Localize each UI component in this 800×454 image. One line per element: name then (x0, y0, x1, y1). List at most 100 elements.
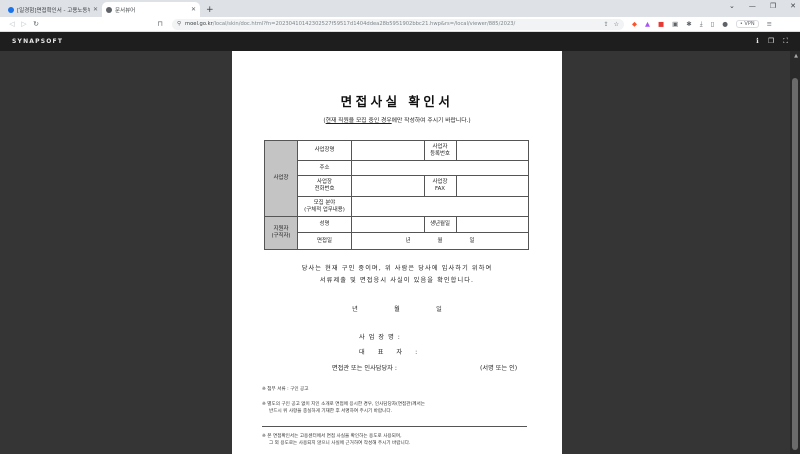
wallet-icon[interactable]: ▣ (672, 20, 678, 28)
minimize-icon[interactable]: — (749, 2, 756, 10)
close-window-icon[interactable]: ✕ (790, 2, 796, 10)
date-day-label: 일 (436, 306, 442, 313)
signature-company-label: 사업장명: (359, 334, 404, 341)
interview-date-value: 년월일 (351, 232, 529, 250)
note-underlined: 현재 직원을 모집 중인 경우 (325, 118, 392, 124)
viewer-toolbar: SYNAPSOFT ℹ ❐ ⛶ (0, 32, 800, 51)
biz-reg-no-label: 사업자 등록번호 (423, 140, 457, 161)
name-value (351, 216, 425, 233)
date-year-label: 년 (352, 306, 358, 313)
omnibox-actions: ⇪ ☆ (604, 21, 619, 28)
bookmark-icon[interactable]: ⊓ (154, 20, 166, 28)
fullscreen-icon[interactable]: ⛶ (783, 37, 788, 46)
extension-bar: ◆ ▲ ■ ▣ ✱ ⤓ ▯ ● • VPN ≡ (632, 20, 772, 29)
name-label: 성명 (297, 216, 352, 233)
date-month-label: 월 (394, 306, 400, 313)
tab-label: 문서뷰어 (115, 7, 136, 14)
info-icon[interactable]: ℹ (756, 37, 759, 46)
brave-shield-icon[interactable]: ◆ (632, 20, 637, 28)
footnote-divider (262, 426, 527, 427)
label-line: (구직자) (271, 233, 291, 239)
date-year-label: 년 (405, 237, 411, 244)
label-line: 전화번호 (314, 186, 335, 192)
browser-tab-bar: [일경험]면접확인서 - 고용노동부 ✕ 문서뷰어 ✕ + ⌄ — ❐ ✕ (0, 0, 800, 17)
date-month-label: 월 (437, 237, 443, 244)
footnote-attachment: ※ 첨부 서류 : 구인 공고 (262, 387, 309, 392)
moel-favicon-icon (8, 6, 14, 13)
label-line: (구체적 업무내용) (304, 206, 345, 213)
address-value (351, 160, 529, 176)
tab-document-viewer[interactable]: 문서뷰어 ✕ (102, 2, 200, 17)
job-field-value (351, 196, 529, 217)
label-line: 등록번호 (430, 150, 450, 157)
star-icon[interactable]: ☆ (614, 21, 619, 28)
site-info-icon[interactable]: ⚲ (177, 21, 181, 27)
label-line: FAX (435, 186, 445, 192)
birthdate-label: 생년월일 (423, 216, 457, 233)
puzzle-icon[interactable]: ✱ (686, 20, 691, 28)
menu-icon[interactable]: ≡ (767, 20, 772, 28)
confirmation-form-table: 사업장 사업장명 사업자 등록번호 주소 사업장 전화번호 사업장 FAX 모집 분야… (264, 140, 529, 250)
document-page: 면접사실 확인서 (현재 직원을 모집 중인 경우에만 작성하여 주시기 바랍니… (232, 51, 562, 454)
sidebar-icon[interactable]: ▯ (711, 20, 715, 28)
note-suffix: 에만 작성하여 주시기 바랍니다.) (391, 118, 471, 124)
signature-representative-label: 대표자: (359, 349, 431, 356)
profile-icon[interactable]: ● (722, 20, 728, 28)
youtube-icon[interactable]: ■ (658, 20, 664, 28)
label-line: 사업장 (317, 179, 332, 186)
company-name-value (351, 140, 425, 161)
scrollbar-thumb[interactable] (792, 78, 798, 450)
document-note: (현재 직원을 모집 중인 경우에만 작성하여 주시기 바랍니다.) (232, 115, 562, 124)
tab-job-notice[interactable]: [일경험]면접확인서 - 고용노동부 ✕ (4, 2, 102, 17)
tab-label: [일경험]면접확인서 - 고용노동부 (17, 7, 90, 14)
date-day-label: 일 (469, 237, 475, 244)
document-title: 면접사실 확인서 (340, 94, 454, 109)
globe-icon (106, 6, 112, 13)
url-host: moel.go.kr (185, 21, 213, 27)
company-name-label: 사업장명 (297, 140, 352, 161)
signature-stamp-label: (서명 또는 인) (480, 365, 518, 372)
close-icon[interactable]: ✕ (191, 6, 196, 13)
brand-logo: SYNAPSOFT (12, 38, 64, 45)
label-line: 사업장 (432, 179, 448, 186)
reload-icon[interactable]: ↻ (30, 20, 42, 28)
forward-icon[interactable]: ▷ (18, 20, 30, 28)
url-path: /local/skin/doc.html?fn=2023041014230252… (212, 21, 516, 27)
label-line: 지원자 (273, 226, 289, 233)
footnote-line: 반드시 위 사항을 충실하게 기재한 후 서명하여 주시기 바랍니다. (269, 408, 393, 414)
biz-reg-no-value (455, 140, 529, 161)
footnote-line: ※ 본 면접확인서는 고용센터에서 면접 사실을 확인하는 용도로 사용되며, (262, 434, 402, 439)
close-icon[interactable]: ✕ (93, 6, 98, 13)
rewards-triangle-icon[interactable]: ▲ (645, 20, 650, 28)
download-icon[interactable]: ⤓ (700, 20, 703, 29)
phone-value (351, 175, 425, 197)
interview-date-label: 면접일 (297, 232, 352, 250)
footnote-line: ※ 별도의 구인 공고 없이 지인 소개로 면접에 응시한 경우, 인사담당자(… (262, 402, 425, 407)
confirmation-statement: 당사는 현재 구인 중이며, 위 사람은 당사에 입사하기 위하여 서류제출 및… (232, 263, 562, 287)
applicant-group-label: 지원자 (구직자) (264, 216, 298, 250)
signature-interviewer-label: 면접관 또는 인사담당자 : (332, 365, 397, 372)
label-line: 모집 분야 (313, 199, 336, 206)
new-tab-button[interactable]: + (200, 5, 220, 17)
statement-line: 서류제출 및 면접응시 사실이 있음을 확인합니다. (319, 276, 475, 284)
fax-label: 사업장 FAX (423, 175, 457, 197)
scroll-up-icon[interactable]: ▲ (794, 53, 798, 59)
window-controls: ⌄ — ❐ ✕ (729, 2, 796, 10)
footnote-referral: ※ 별도의 구인 공고 없이 지인 소개로 면접에 응시한 경우, 인사담당자(… (262, 402, 532, 416)
address-label: 주소 (297, 160, 352, 176)
copy-icon[interactable]: ❐ (768, 37, 774, 46)
url-field[interactable]: ⚲ moel.go.kr/local/skin/doc.html?fn=2023… (172, 18, 624, 30)
maximize-icon[interactable]: ❐ (770, 2, 776, 10)
vpn-button[interactable]: • VPN (735, 20, 759, 28)
fax-value (455, 175, 529, 197)
back-icon[interactable]: ◁ (6, 20, 18, 28)
share-icon[interactable]: ⇪ (604, 21, 609, 28)
phone-label: 사업장 전화번호 (297, 175, 352, 197)
employer-group-label: 사업장 (264, 140, 298, 217)
tab-search-icon[interactable]: ⌄ (729, 2, 735, 10)
statement-line: 당사는 현재 구인 중이며, 위 사람은 당사에 입사하기 위하여 (301, 265, 493, 272)
footnote-usage: ※ 본 면접확인서는 고용센터에서 면접 사실을 확인하는 용도로 사용되며, … (262, 434, 532, 448)
address-bar: ◁ ▷ ↻ ⊓ ⚲ moel.go.kr/local/skin/doc.html… (0, 17, 800, 32)
viewer-actions: ℹ ❐ ⛶ (756, 37, 788, 46)
signature-date: 년월일 (232, 304, 562, 313)
